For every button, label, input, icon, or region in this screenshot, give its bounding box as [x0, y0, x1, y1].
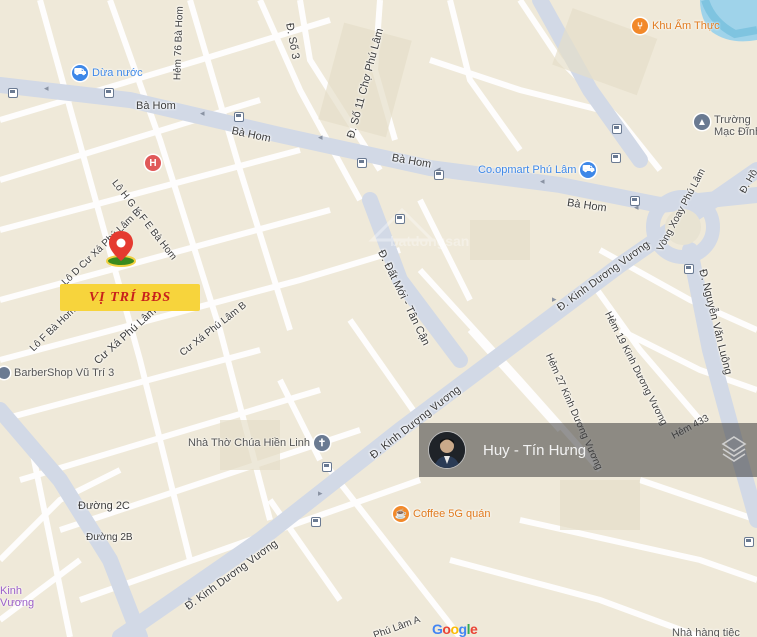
bus-stop-icon[interactable] — [612, 124, 622, 134]
svg-text:◂: ◂ — [44, 83, 49, 93]
poi-nha-hang[interactable]: Nhà hàng tiệc — [672, 627, 740, 637]
property-location-banner: VỊ TRÍ BĐS — [60, 284, 200, 311]
bus-stop-icon[interactable] — [234, 112, 244, 122]
agent-card[interactable]: Huy - Tín Hưng — [419, 423, 757, 477]
poi-nha-tho[interactable]: Nhà Thờ Chúa Hiền Linh ✝ — [188, 435, 330, 451]
poi-coopmart-label: Co.opmart Phú Lâm — [478, 164, 577, 176]
poi-kinh-vuong[interactable]: Kinh Vương — [0, 585, 34, 609]
poi-barbershop-label: BarberShop Vũ Trí 3 — [14, 367, 115, 379]
poi-coffee-label: Coffee 5G quán — [413, 508, 491, 520]
poi-coopmart[interactable]: Co.opmart Phú Lâm ⛟ — [478, 162, 597, 178]
svg-text:▸: ▸ — [318, 488, 323, 498]
shopping-cart-icon: ⛟ — [580, 162, 597, 178]
svg-text:◂: ◂ — [318, 132, 323, 142]
layers-icon[interactable] — [721, 435, 747, 468]
map-canvas[interactable]: ◂ ◂ ◂ ◂ ◂ ◂ ▸ ▸ ▸ ▸ ▸ batdongsan Bà Hom Bà Hom … — [0, 0, 757, 637]
bus-stop-icon[interactable] — [8, 88, 18, 98]
road-label-duong-2b: Đường 2B — [86, 532, 133, 543]
property-location-pin[interactable] — [104, 229, 138, 274]
restaurant-icon: ⑂ — [632, 18, 648, 34]
poi-vuong-label: Vương — [0, 597, 35, 609]
bus-stop-icon[interactable] — [744, 537, 754, 547]
bus-stop-icon[interactable] — [322, 462, 332, 472]
agent-name: Huy - Tín Hưng — [483, 441, 587, 459]
bus-stop-icon[interactable] — [395, 214, 405, 224]
poi-dua-nuoc-label: Dừa nước — [92, 67, 143, 79]
school-icon: ▲ — [694, 114, 710, 130]
poi-hospital[interactable]: H — [145, 155, 161, 171]
poi-truong-text: Trường Mạc Đĩnh — [714, 114, 757, 138]
poi-dua-nuoc[interactable]: ⛟ Dừa nước — [72, 65, 143, 81]
agent-avatar — [428, 431, 466, 469]
church-icon: ✝ — [313, 435, 330, 451]
poi-khu-am-thuc-label: Khu Ẩm Thực — [652, 20, 720, 32]
google-letter: G — [432, 621, 443, 637]
poi-coffee[interactable]: ☕ Coffee 5G quán — [393, 506, 490, 522]
coffee-icon: ☕ — [393, 506, 409, 522]
bus-stop-icon[interactable] — [311, 517, 321, 527]
google-letter: e — [469, 621, 478, 637]
google-letter: g — [458, 621, 468, 637]
shopping-cart-icon: ⛟ — [72, 65, 88, 81]
bus-stop-icon[interactable] — [611, 153, 621, 163]
bus-stop-icon[interactable] — [630, 196, 640, 206]
poi-truong[interactable]: ▲ Trường Mạc Đĩnh — [694, 114, 757, 138]
road-label-duong-2c: Đường 2C — [78, 500, 130, 512]
google-letter: o — [450, 621, 459, 637]
poi-nha-hang-label: Nhà hàng tiệc — [672, 627, 740, 637]
google-logo: Google — [432, 621, 478, 637]
poi-barbershop[interactable]: BarberShop Vũ Trí 3 — [0, 367, 114, 379]
bus-stop-icon[interactable] — [357, 158, 367, 168]
bus-stop-icon[interactable] — [104, 88, 114, 98]
svg-text:◂: ◂ — [200, 108, 205, 118]
bus-stop-icon[interactable] — [434, 170, 444, 180]
hospital-icon: H — [145, 155, 161, 171]
svg-text:batdongsan: batdongsan — [390, 233, 469, 249]
pin-dot-icon — [0, 367, 10, 379]
poi-truong-label: Trường — [714, 114, 751, 126]
road-label-ba-hom-1: Bà Hom — [136, 100, 176, 112]
poi-mac-dinh-label: Mạc Đĩnh — [714, 126, 757, 138]
poi-nha-tho-label: Nhà Thờ Chúa Hiền Linh — [188, 437, 310, 449]
poi-khu-am-thuc[interactable]: ⑂ Khu Ẩm Thực — [632, 18, 720, 34]
poi-kinh-label: Kinh — [0, 585, 23, 597]
bus-stop-icon[interactable] — [684, 264, 694, 274]
